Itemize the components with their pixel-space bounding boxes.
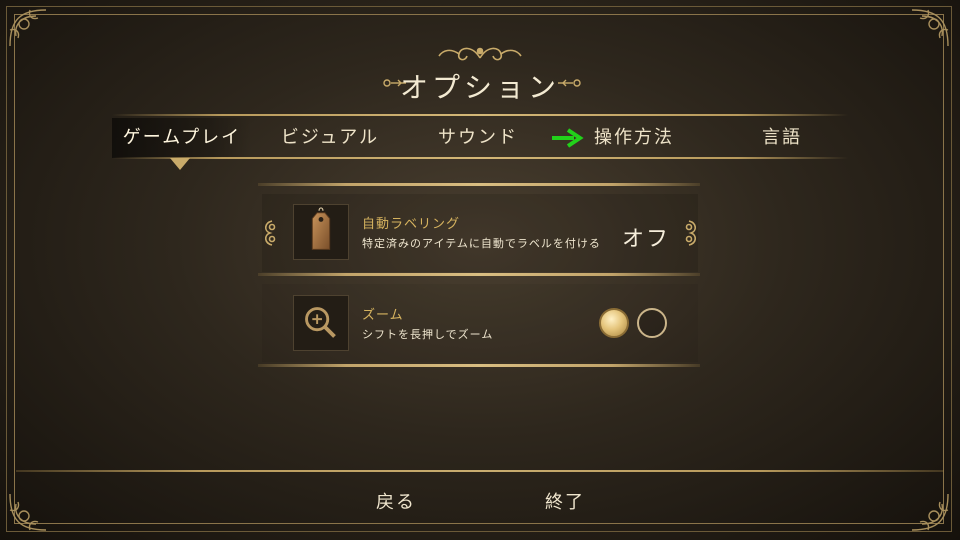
green-arrow-icon — [552, 128, 584, 148]
back-button[interactable]: 戻る — [376, 488, 416, 514]
magnifier-icon — [305, 307, 336, 338]
tag-icon — [311, 207, 331, 250]
tab-language[interactable]: 言語 — [742, 118, 822, 158]
panel-divider — [258, 364, 700, 367]
option-description: シフトを長押しでズーム — [362, 328, 494, 341]
quit-button[interactable]: 終了 — [545, 488, 585, 514]
panel-divider — [258, 183, 700, 186]
zoom-option-selected[interactable] — [599, 308, 629, 338]
title-side-ornament-icon — [558, 79, 581, 87]
option-icon-frame — [293, 295, 349, 351]
active-tab-indicator — [170, 158, 190, 170]
corner-ornament-icon — [911, 493, 949, 531]
option-description: 特定済みのアイテムに自動でラベルを付ける — [362, 237, 601, 250]
option-icon-frame — [293, 204, 349, 260]
corner-ornament-icon — [911, 9, 949, 47]
title-flourish-icon — [438, 47, 522, 61]
zoom-option-unselected[interactable] — [637, 308, 667, 338]
option-value[interactable]: オフ — [622, 221, 670, 253]
tab-sound[interactable]: サウンド — [428, 118, 528, 158]
tab-bar: ゲームプレイ ビジュアル サウンド 操作方法 言語 — [112, 118, 848, 158]
tab-bar-bottom-rule — [112, 157, 848, 159]
tab-gameplay[interactable]: ゲームプレイ — [112, 118, 252, 158]
option-title: ズーム — [362, 308, 404, 323]
scroll-right-ornament-icon[interactable] — [683, 219, 701, 247]
footer-rule — [16, 470, 944, 472]
corner-ornament-icon — [9, 493, 47, 531]
scroll-left-ornament-icon[interactable] — [260, 219, 278, 247]
tab-controls[interactable]: 操作方法 — [584, 118, 684, 158]
page-title: オプション — [399, 71, 560, 104]
tab-bar-top-rule — [112, 114, 848, 116]
corner-ornament-icon — [9, 9, 47, 47]
option-title: 自動ラベリング — [362, 217, 461, 232]
tab-visual[interactable]: ビジュアル — [270, 118, 390, 158]
panel-divider — [258, 273, 700, 276]
